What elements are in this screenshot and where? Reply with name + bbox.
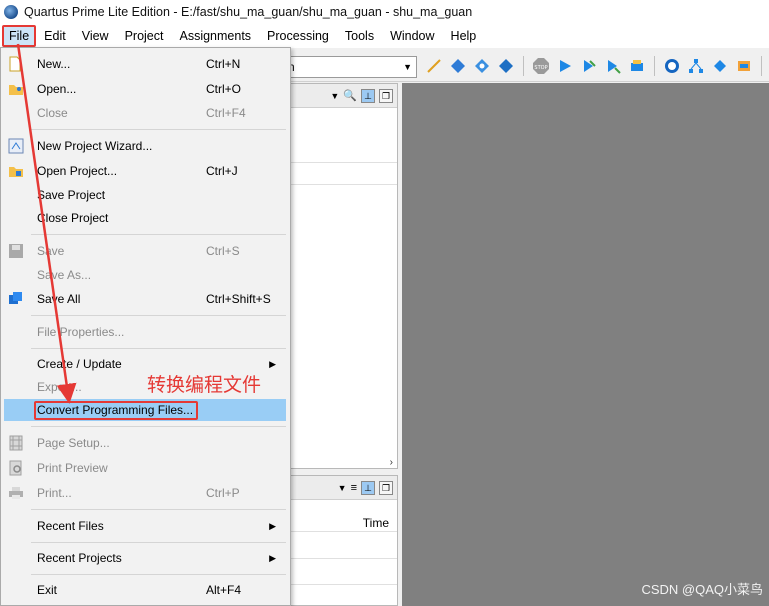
restore-icon[interactable]: ❐ — [379, 88, 393, 103]
assembler-icon[interactable] — [627, 56, 647, 76]
menu-item-save-project[interactable]: Save Project — [2, 184, 288, 206]
pin-icon[interactable]: ⊥ — [361, 88, 375, 103]
menu-item-page-setup[interactable]: Page Setup... — [2, 432, 288, 454]
menu-item-save[interactable]: Save Ctrl+S — [2, 240, 288, 262]
printer-icon — [8, 485, 24, 501]
open-folder-icon — [8, 81, 24, 97]
panel-divider — [289, 558, 397, 559]
search-icon[interactable]: 🔍 — [343, 89, 357, 102]
project-navigator-panel: ▼ 🔍 ⊥ ❐ › — [288, 83, 398, 469]
annotation-highlight-box — [34, 401, 198, 420]
menu-separator — [31, 129, 286, 130]
quartus-app-icon — [4, 5, 18, 19]
analysis-icon[interactable] — [448, 56, 468, 76]
menu-separator — [31, 574, 286, 575]
print-preview-icon — [8, 460, 24, 476]
menu-window[interactable]: Window — [382, 24, 442, 48]
programmer-icon[interactable] — [734, 56, 754, 76]
menu-file[interactable]: File — [2, 25, 37, 47]
new-file-icon — [8, 56, 24, 72]
menu-item-close[interactable]: Close Ctrl+F4 — [2, 102, 288, 124]
svg-text:STOP: STOP — [534, 65, 547, 71]
menu-item-open-project[interactable]: Open Project... Ctrl+J — [2, 160, 288, 182]
panel-header: ▼ ≡ ⊥ ❐ — [289, 476, 397, 500]
menu-item-close-project[interactable]: Close Project — [2, 207, 288, 229]
panel-divider — [289, 162, 397, 163]
synthesis-icon[interactable] — [472, 56, 492, 76]
menu-separator — [31, 509, 286, 510]
submenu-arrow-icon: ▶ — [269, 359, 276, 369]
menu-edit[interactable]: Edit — [36, 24, 74, 48]
menu-item-save-as[interactable]: Save As... — [2, 264, 288, 286]
chip-planner-icon[interactable] — [710, 56, 730, 76]
stop-icon[interactable]: STOP — [531, 56, 551, 76]
menu-bar: File Edit View Project Assignments Proce… — [0, 24, 769, 48]
start-fitter-icon[interactable] — [603, 56, 623, 76]
panel-divider — [289, 584, 397, 585]
start-analysis-icon[interactable] — [579, 56, 599, 76]
menu-item-file-properties[interactable]: File Properties... — [2, 321, 288, 343]
open-project-icon — [8, 163, 24, 179]
pin-planner-icon[interactable] — [424, 56, 444, 76]
menu-item-new[interactable]: New... Ctrl+N — [2, 53, 288, 75]
window-title: Quartus Prime Lite Edition - E:/fast/shu… — [24, 5, 473, 19]
chevron-down-icon[interactable]: ▼ — [330, 91, 339, 101]
menu-assignments[interactable]: Assignments — [171, 24, 259, 48]
menu-project[interactable]: Project — [117, 24, 172, 48]
title-bar: Quartus Prime Lite Edition - E:/fast/shu… — [0, 0, 769, 24]
menu-separator — [31, 426, 286, 427]
menu-tools[interactable]: Tools — [337, 24, 382, 48]
panel-divider — [289, 531, 397, 532]
menu-item-recent-projects[interactable]: Recent Projects ▶ — [2, 547, 288, 569]
toolbar-separator — [761, 56, 762, 76]
timing-analyzer-icon[interactable] — [662, 56, 682, 76]
save-disk-icon — [8, 243, 24, 259]
menu-separator — [31, 542, 286, 543]
menu-processing[interactable]: Processing — [259, 24, 337, 48]
menu-item-convert-programming-files[interactable]: Convert Programming Files... — [4, 399, 286, 421]
tasks-panel: ▼ ≡ ⊥ ❐ Time — [288, 475, 398, 606]
chevron-down-icon[interactable]: ▼ — [403, 57, 412, 77]
page-setup-icon — [8, 435, 24, 451]
start-compilation-icon[interactable] — [555, 56, 575, 76]
submenu-arrow-icon: ▶ — [269, 521, 276, 531]
panel-divider — [289, 184, 397, 185]
file-menu-dropdown: New... Ctrl+N Open... Ctrl+O Close Ctrl+… — [0, 47, 291, 606]
chevron-down-icon[interactable]: ▼ — [338, 483, 347, 493]
timing-icon[interactable] — [496, 56, 516, 76]
scroll-right-icon[interactable]: › — [390, 457, 393, 468]
annotation-label: 转换编程文件 — [147, 374, 262, 396]
menu-item-print-preview[interactable]: Print Preview — [2, 457, 288, 479]
menu-item-new-project-wizard[interactable]: New Project Wizard... — [2, 135, 288, 157]
toolbar-separator — [523, 56, 524, 76]
project-wizard-icon — [8, 138, 24, 154]
watermark: CSDN @QAQ小菜鸟 — [641, 582, 763, 597]
pin-icon[interactable]: ⊥ — [361, 480, 375, 495]
menu-view[interactable]: View — [74, 24, 117, 48]
panel-header: ▼ 🔍 ⊥ ❐ — [289, 84, 397, 108]
revision-combo[interactable]: n ▼ — [283, 56, 417, 78]
menu-item-exit[interactable]: Exit Alt+F4 — [2, 579, 288, 601]
menu-help[interactable]: Help — [443, 24, 485, 48]
menu-separator — [31, 348, 286, 349]
menu-item-print[interactable]: Print... Ctrl+P — [2, 482, 288, 504]
workspace-area — [402, 83, 769, 606]
menu-item-recent-files[interactable]: Recent Files ▶ — [2, 515, 288, 537]
menu-item-open[interactable]: Open... Ctrl+O — [2, 78, 288, 100]
menu-separator — [31, 315, 286, 316]
save-all-icon — [8, 291, 24, 307]
restore-icon[interactable]: ❐ — [379, 480, 393, 495]
time-column-header: Time — [362, 516, 389, 530]
menu-item-save-all[interactable]: Save All Ctrl+Shift+S — [2, 288, 288, 310]
toolbar-icons: STOP — [424, 56, 769, 76]
menu-separator — [31, 234, 286, 235]
list-icon[interactable]: ≡ — [351, 482, 357, 494]
submenu-arrow-icon: ▶ — [269, 553, 276, 563]
netlist-viewer-icon[interactable] — [686, 56, 706, 76]
toolbar-separator — [654, 56, 655, 76]
